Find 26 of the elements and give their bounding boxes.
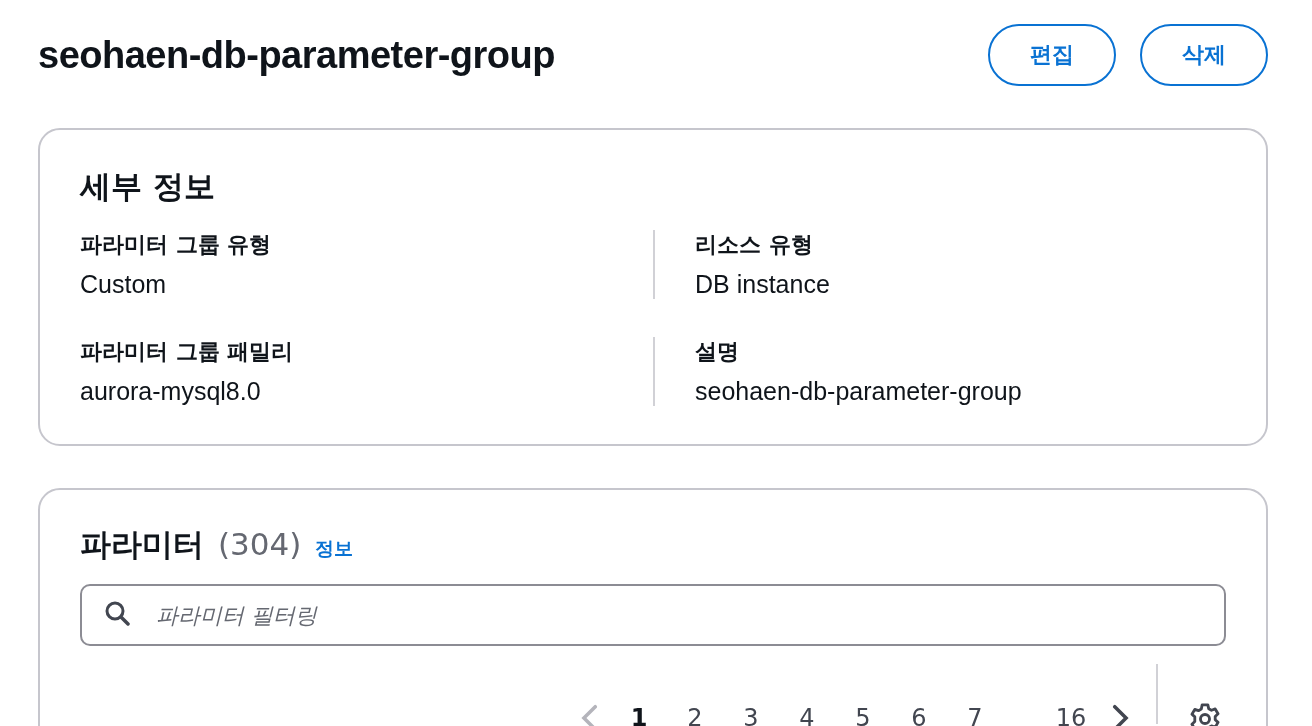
parameter-count: (304) (218, 526, 302, 562)
field-value: DB instance (695, 270, 831, 299)
settings-icon[interactable] (1188, 702, 1222, 726)
field-value: aurora-mysql8.0 (80, 377, 262, 406)
page-number[interactable]: 4 (782, 704, 832, 726)
page-number[interactable]: 6 (894, 704, 944, 726)
section-heading: 파라미터 (80, 525, 204, 564)
page-number[interactable]: 2 (670, 704, 720, 726)
section-heading: 세부 정보 (80, 167, 216, 206)
action-button[interactable]: 삭제 (1140, 24, 1268, 86)
action-button[interactable]: 편집 (988, 24, 1116, 86)
page-number[interactable]: 5 (838, 704, 888, 726)
field-label: 리소스 유형 (695, 231, 814, 259)
field-label: 파라미터 그룹 패밀리 (80, 338, 295, 366)
search-icon (104, 600, 130, 626)
search-field[interactable]: 파라미터 필터링 (80, 584, 1226, 646)
page-number[interactable]: 7 (950, 704, 1000, 726)
page-title: seohaen-db-parameter-group (38, 33, 555, 77)
page-number[interactable]: 16 (1046, 704, 1096, 726)
field-label: 파라미터 그룹 유형 (80, 231, 273, 259)
field-label: 설명 (695, 338, 740, 366)
page-number[interactable]: 1 (614, 704, 664, 726)
page-number[interactable]: 3 (726, 704, 776, 726)
field-value: seohaen-db-parameter-group (695, 377, 1023, 406)
field-value: Custom (80, 270, 168, 299)
info-link[interactable]: 정보 (315, 536, 354, 562)
